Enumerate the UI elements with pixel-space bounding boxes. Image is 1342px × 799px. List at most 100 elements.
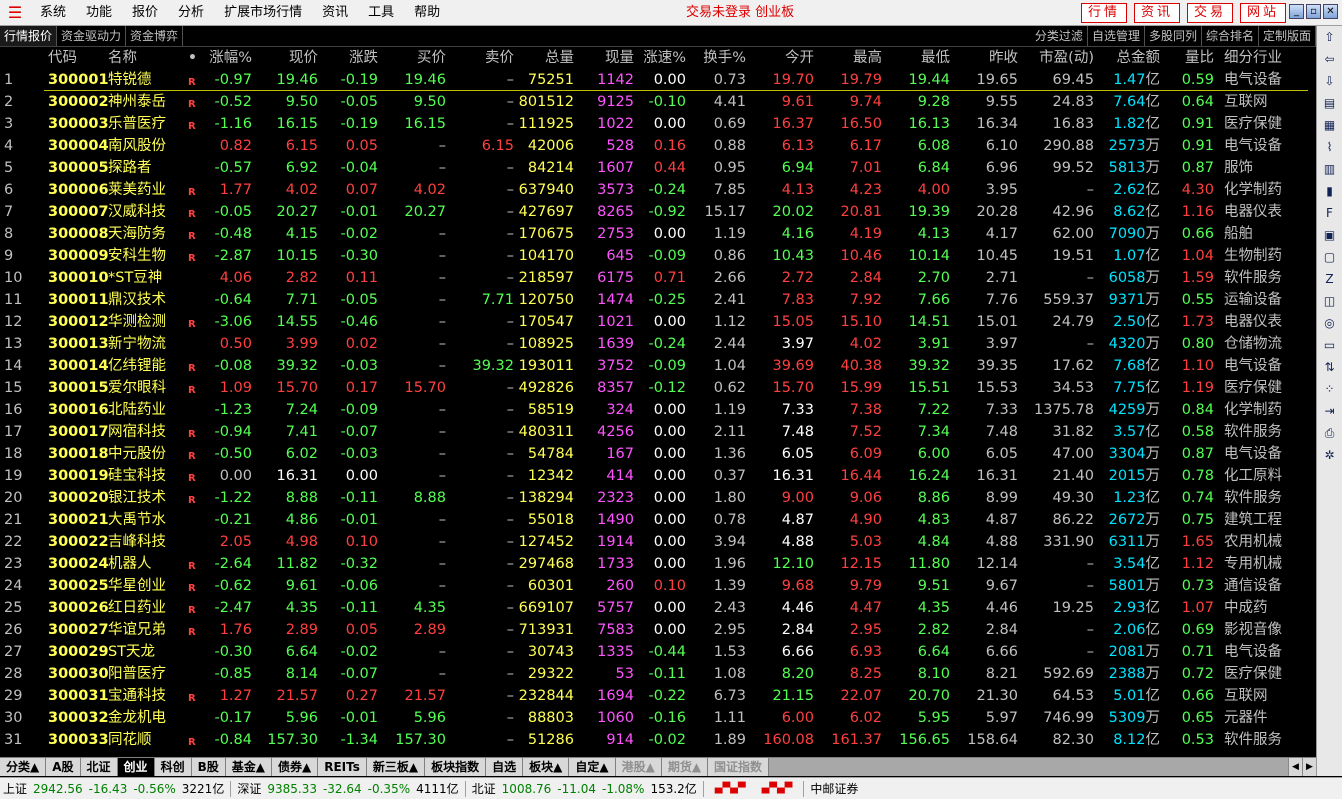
arrow-left-icon[interactable]: ⇦ — [1321, 50, 1339, 68]
table-row[interactable]: 21 300021 大禹节水 -0.21 4.86 -0.01– –55018 1490 0.0… — [0, 509, 1316, 531]
website-button[interactable]: 网站 — [1239, 3, 1286, 23]
restore-icon[interactable]: ▫ — [1306, 4, 1321, 19]
market-tab[interactable]: 科创 — [154, 758, 192, 776]
table-row[interactable]: 28 300030 阳普医疗 -0.85 8.14 -0.07– –29322 53 -0.11… — [0, 663, 1316, 685]
menu-system[interactable]: 系统 — [30, 0, 76, 26]
col-speed[interactable]: 涨速% — [640, 47, 686, 69]
fiz-icon[interactable]: Z — [1321, 270, 1339, 288]
calc-icon[interactable]: ◫ — [1321, 292, 1339, 310]
table-row[interactable]: 16 300016 北陆药业 -1.23 7.24 -0.09– –58519 324 0.00… — [0, 399, 1316, 421]
market-tab[interactable]: 板块▲ — [523, 758, 570, 776]
col-volume[interactable]: 总量 — [518, 47, 574, 69]
menu-quote[interactable]: 报价 — [122, 0, 168, 26]
scroll-left-icon[interactable]: ◀ — [1288, 758, 1302, 776]
table-row[interactable]: 8 300008 天海防务 R -0.48 4.15 -0.02– –170675 2753 0.… — [0, 223, 1316, 245]
market-tab[interactable]: 北证 — [80, 758, 118, 776]
col-high[interactable]: 最高 — [820, 47, 882, 69]
table-row[interactable]: 3 300003 乐普医疗 R -1.16 16.15 -0.19 16.15 –111925 1… — [0, 113, 1316, 135]
col-bid[interactable]: 买价 — [382, 47, 446, 69]
col-price[interactable]: 现价 — [256, 47, 318, 69]
market-tab[interactable]: 分类▲ — [0, 758, 47, 776]
menu-analysis[interactable]: 分析 — [168, 0, 214, 26]
col-code[interactable]: 代码 — [48, 47, 108, 69]
table-row[interactable]: 29 300031 宝通科技 R 1.27 21.57 0.27 21.57 –232844 16… — [0, 685, 1316, 707]
market-tab[interactable]: REITs — [318, 758, 367, 776]
f10-icon[interactable]: F — [1321, 204, 1339, 222]
tab-fund-game[interactable]: 资金博弈 — [126, 26, 184, 46]
kline-icon[interactable]: ▮ — [1321, 182, 1339, 200]
table-row[interactable]: 23 300024 机器人 R -2.64 11.82 -0.32– –297468 1733 0… — [0, 553, 1316, 575]
quotes-button[interactable]: 行情 — [1080, 3, 1127, 23]
market-tab[interactable]: 自定▲ — [569, 758, 616, 776]
market-tab[interactable]: A股 — [46, 758, 81, 776]
grid-icon[interactable]: ▦ — [1321, 116, 1339, 134]
table-row[interactable]: 31 300033 同花顺 R -0.84 157.30 -1.34 157.30 –51286… — [0, 729, 1316, 751]
line-chart-icon[interactable]: ⌇ — [1321, 138, 1339, 156]
table-row[interactable]: 5 300005 探路者 -0.57 6.92 -0.04– –84214 1607 0.44 0… — [0, 157, 1316, 179]
table-row[interactable]: 2 300002 神州泰岳 R -0.52 9.50 -0.05 9.50 –801512 912… — [0, 91, 1316, 113]
market-tab[interactable]: 港股▲ — [615, 758, 662, 776]
market-tab[interactable]: 板块指数 — [425, 758, 487, 776]
table-row[interactable]: 9 300009 安科生物 R -2.87 10.15 -0.30– –104170 645 -0… — [0, 245, 1316, 267]
document-icon[interactable]: ▢ — [1321, 248, 1339, 266]
col-prev-close[interactable]: 昨收 — [956, 47, 1018, 69]
market-tab[interactable]: 创业 — [117, 758, 155, 776]
col-pe[interactable]: 市盈(动) — [1024, 47, 1094, 69]
scroll-right-icon[interactable]: ▶ — [1302, 758, 1316, 776]
tab-fund-drive[interactable]: 资金驱动力 — [57, 26, 127, 46]
market-tab[interactable]: B股 — [191, 758, 226, 776]
menu-tools[interactable]: 工具 — [358, 0, 404, 26]
market-tab[interactable]: 基金▲ — [225, 758, 272, 776]
bar-chart-icon[interactable]: ▥ — [1321, 160, 1339, 178]
circle-icon[interactable]: ◎ — [1321, 314, 1339, 332]
table-row[interactable]: 1 300001 特锐德 R -0.97 19.46 -0.19 19.46 –75251 114… — [0, 69, 1316, 91]
market-tab[interactable]: 国证指数 — [708, 758, 770, 776]
table-row[interactable]: 13 300013 新宁物流 0.50 3.99 0.02– –108925 1639 -0.2… — [0, 333, 1316, 355]
col-name[interactable]: 名称 — [108, 47, 188, 69]
table-row[interactable]: 17 300017 网宿科技 R -0.94 7.41 -0.07– –480311 4256 0… — [0, 421, 1316, 443]
table-row[interactable]: 30 300032 金龙机电 -0.17 5.96 -0.01 5.96 –88803 1060… — [0, 707, 1316, 729]
table-row[interactable]: 26 300027 华谊兄弟 R 1.76 2.89 0.05 2.89–713931 7583… — [0, 619, 1316, 641]
col-amount[interactable]: 总金额 — [1100, 47, 1161, 69]
table-row[interactable]: 7 300007 汉威科技 R -0.05 20.27 -0.01 20.27 –427697 8… — [0, 201, 1316, 223]
market-tab[interactable]: 期货▲ — [661, 758, 709, 776]
col-current-volume[interactable]: 现量 — [578, 47, 634, 69]
minimize-icon[interactable]: _ — [1289, 4, 1304, 19]
table-row[interactable]: 19 300019 硅宝科技 R 0.00 16.31 0.00– –12342 414 0.00… — [0, 465, 1316, 487]
multi-stock-button[interactable]: 多股同列 — [1145, 26, 1202, 46]
col-change[interactable]: 涨跌 — [322, 47, 378, 69]
tab-scrollbar[interactable]: ◀ ▶ — [769, 758, 1316, 776]
table-row[interactable]: 27 300029 ST天龙 -0.30 6.64 -0.02– –30743 1335 -0.… — [0, 641, 1316, 663]
arrow-up-icon[interactable]: ⇧ — [1321, 28, 1339, 46]
menu-function[interactable]: 功能 — [76, 0, 122, 26]
table-row[interactable]: 20 300020 银江技术 R -1.22 8.88 -0.11 8.88 –138294 23… — [0, 487, 1316, 509]
ranking-button[interactable]: 综合排名 — [1202, 26, 1259, 46]
col-low[interactable]: 最低 — [888, 47, 950, 69]
table-row[interactable]: 12 300012 华测检测 R -3.06 14.55 -0.46– –170547 1021… — [0, 311, 1316, 333]
news-button[interactable]: 资讯 — [1133, 3, 1180, 23]
folder-icon[interactable]: ▭ — [1321, 336, 1339, 354]
table-row[interactable]: 18 300018 中元股份 R -0.50 6.02 -0.03– –54784 167 0.0… — [0, 443, 1316, 465]
col-change-pct[interactable]: 涨幅% — [204, 47, 252, 69]
watchlist-manage-button[interactable]: 自选管理 — [1088, 26, 1145, 46]
table-row[interactable]: 14 300014 亿纬锂能 R -0.08 39.32 -0.03–39.32 193011… — [0, 355, 1316, 377]
table-row[interactable]: 24 300025 华星创业 R -0.62 9.61 -0.06– –60301 260 0.1… — [0, 575, 1316, 597]
info-icon[interactable]: ▣ — [1321, 226, 1339, 244]
trade-button[interactable]: 交易 — [1186, 3, 1233, 23]
dice-icon[interactable]: ⁘ — [1321, 380, 1339, 398]
printer-icon[interactable]: ⎙ — [1321, 424, 1339, 442]
col-ask[interactable]: 卖价 — [450, 47, 514, 69]
table-row[interactable]: 22 300022 吉峰科技 2.05 4.98 0.10– –127452 1914 0.00… — [0, 531, 1316, 553]
category-filter-button[interactable]: 分类过滤 — [1031, 26, 1088, 46]
report-icon[interactable]: ▤ — [1321, 94, 1339, 112]
arrow-down-icon[interactable]: ⇩ — [1321, 72, 1339, 90]
col-open[interactable]: 今开 — [752, 47, 814, 69]
table-row[interactable]: 4 300004 南风股份 0.82 6.15 0.05 – 6.15 42006 528 0.16… — [0, 135, 1316, 157]
menu-extended-market[interactable]: 扩展市场行情 — [214, 0, 312, 26]
col-turnover[interactable]: 换手% — [696, 47, 746, 69]
custom-layout-button[interactable]: 定制版面 — [1259, 26, 1316, 46]
settings-icon[interactable]: ✲ — [1321, 446, 1339, 464]
table-row[interactable]: 15 300015 爱尔眼科 R 1.09 15.70 0.17 15.70 –492826 83… — [0, 377, 1316, 399]
table-row[interactable]: 10 300010 *ST豆神 4.06 2.82 0.11– –218597 6175 0.7… — [0, 267, 1316, 289]
export-icon[interactable]: ⇥ — [1321, 402, 1339, 420]
